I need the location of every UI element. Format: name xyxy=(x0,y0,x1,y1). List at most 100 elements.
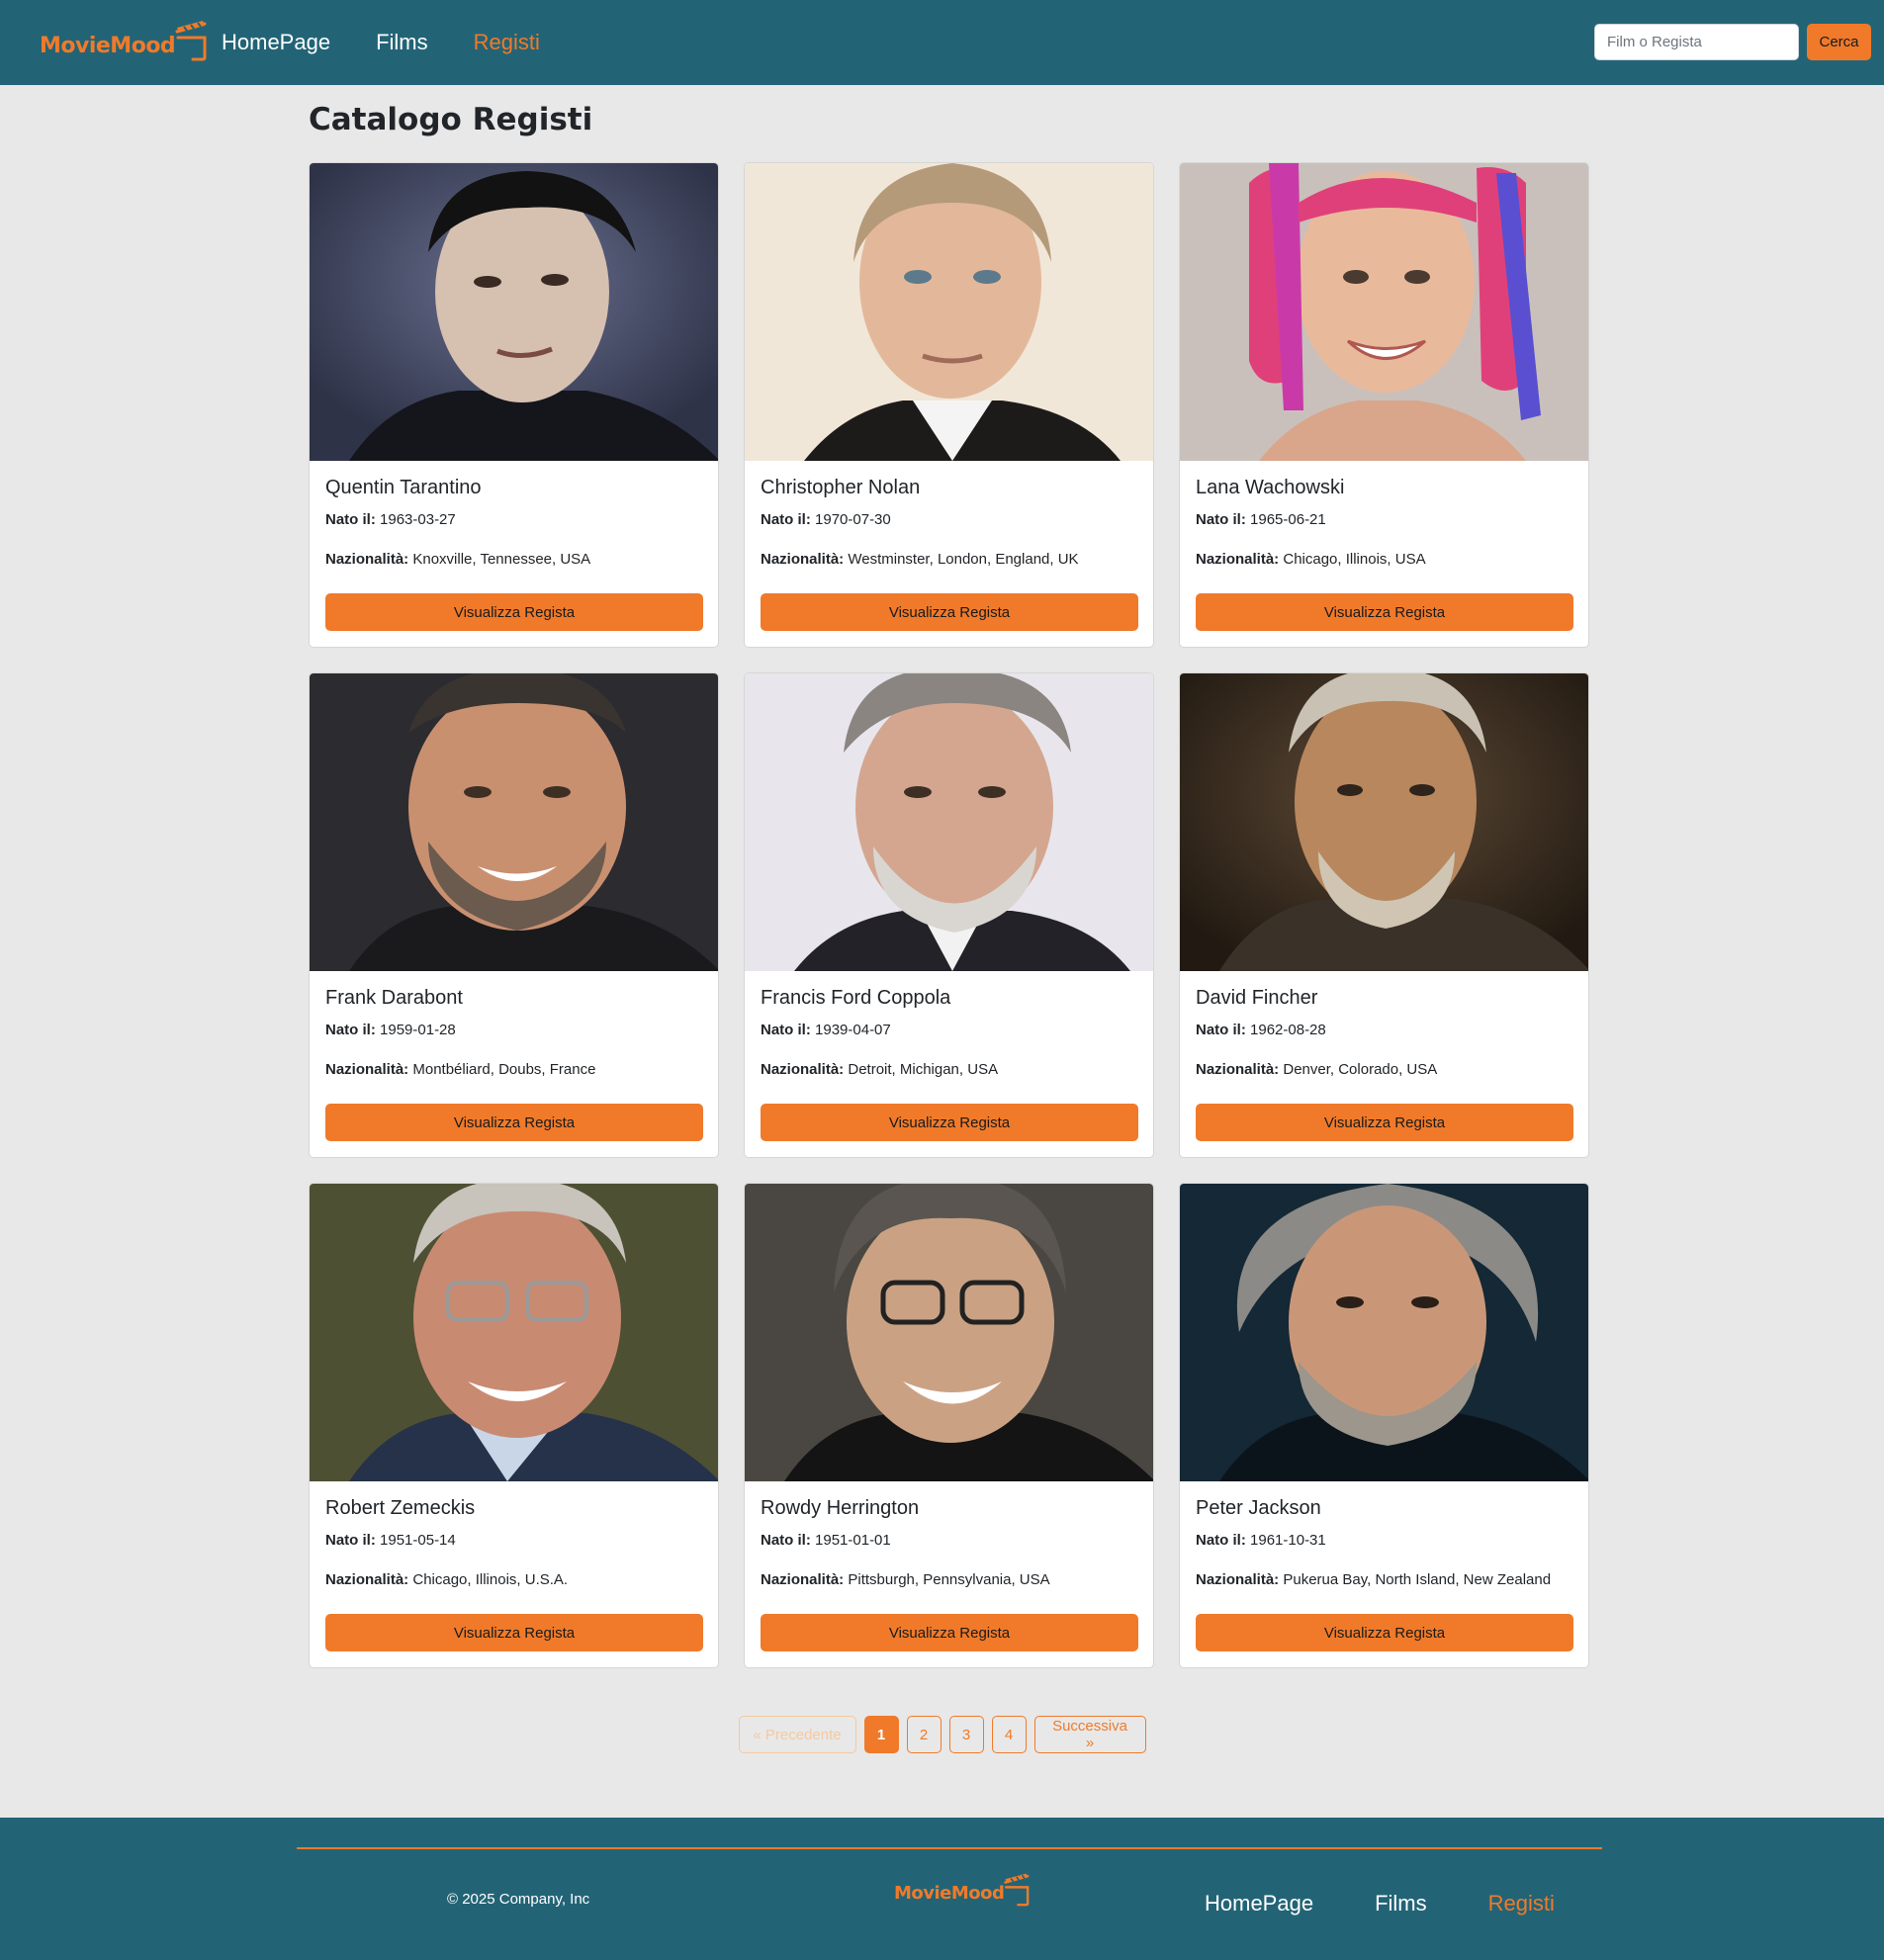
director-name: Francis Ford Coppola xyxy=(761,987,951,1009)
director-card: Francis Ford Coppola Nato il: 1939-04-07… xyxy=(744,672,1154,1158)
director-nationality: Nazionalità: Chicago, Illinois, USA xyxy=(1196,550,1572,569)
footer-link-registi[interactable]: Registi xyxy=(1488,1891,1555,1916)
pagination-page-3[interactable]: 3 xyxy=(948,1716,984,1753)
search-button[interactable]: Cerca xyxy=(1807,24,1871,60)
director-photo xyxy=(745,673,1153,971)
nationality-value: Denver, Colorado, USA xyxy=(1283,1061,1438,1078)
nationality-label: Nazionalità: xyxy=(325,1061,409,1078)
director-name: Rowdy Herrington xyxy=(761,1497,920,1519)
nav-link-registi[interactable]: Registi xyxy=(474,30,540,55)
copyright-text: © 2025 Company, Inc xyxy=(447,1891,590,1908)
director-card: Rowdy Herrington Nato il: 1951-01-01 Naz… xyxy=(744,1183,1154,1668)
nationality-label: Nazionalità: xyxy=(761,1571,845,1588)
director-photo xyxy=(1180,163,1588,461)
nationality-label: Nazionalità: xyxy=(1196,1061,1280,1078)
born-label: Nato il: xyxy=(1196,511,1246,528)
director-card: Peter Jackson Nato il: 1961-10-31 Nazion… xyxy=(1179,1183,1589,1668)
brand-name: MovieMood xyxy=(894,1883,1005,1904)
director-nationality: Nazionalità: Montbéliard, Doubs, France xyxy=(325,1060,702,1079)
view-director-button[interactable]: Visualizza Regista xyxy=(325,593,703,631)
born-label: Nato il: xyxy=(1196,1532,1246,1549)
director-photo xyxy=(310,673,718,971)
nationality-value: Chicago, Illinois, USA xyxy=(1283,551,1426,568)
born-value: 1961-10-31 xyxy=(1250,1532,1326,1549)
pagination-next[interactable]: Successiva » xyxy=(1033,1716,1146,1753)
nationality-value: Chicago, Illinois, U.S.A. xyxy=(412,1571,569,1588)
nationality-value: Knoxville, Tennessee, USA xyxy=(412,551,591,568)
born-label: Nato il: xyxy=(1196,1022,1246,1038)
pagination-page-4[interactable]: 4 xyxy=(991,1716,1027,1753)
search-input[interactable] xyxy=(1594,24,1799,60)
footer-brand-logo[interactable]: MovieMood xyxy=(894,1871,1032,1907)
pagination: « Precedente 1 2 3 4 Successiva » xyxy=(0,1716,1884,1753)
director-birthdate: Nato il: 1951-01-01 xyxy=(761,1531,1137,1550)
director-card: Frank Darabont Nato il: 1959-01-28 Nazio… xyxy=(309,672,719,1158)
director-birthdate: Nato il: 1959-01-28 xyxy=(325,1021,702,1039)
born-value: 1939-04-07 xyxy=(815,1022,891,1038)
brand-logo[interactable]: MovieMood xyxy=(40,18,211,61)
pagination-page-1[interactable]: 1 xyxy=(863,1716,899,1753)
director-photo xyxy=(310,163,718,461)
pagination-page-2[interactable]: 2 xyxy=(906,1716,942,1753)
director-name: Frank Darabont xyxy=(325,987,463,1009)
nationality-label: Nazionalità: xyxy=(325,1571,409,1588)
footer: © 2025 Company, Inc MovieMood HomePage F… xyxy=(0,1818,1884,1960)
nationality-label: Nazionalità: xyxy=(761,1061,845,1078)
director-birthdate: Nato il: 1939-04-07 xyxy=(761,1021,1137,1039)
director-nationality: Nazionalità: Detroit, Michigan, USA xyxy=(761,1060,1137,1079)
view-director-button[interactable]: Visualizza Regista xyxy=(1196,593,1573,631)
view-director-button[interactable]: Visualizza Regista xyxy=(1196,1614,1573,1651)
footer-nav: HomePage Films Registi xyxy=(1205,1891,1616,1916)
born-value: 1959-01-28 xyxy=(380,1022,456,1038)
view-director-button[interactable]: Visualizza Regista xyxy=(761,593,1138,631)
directors-grid: Quentin Tarantino Nato il: 1963-03-27 Na… xyxy=(309,162,1590,1668)
nationality-label: Nazionalità: xyxy=(1196,1571,1280,1588)
nationality-label: Nazionalità: xyxy=(761,551,845,568)
director-photo xyxy=(1180,673,1588,971)
brand-name: MovieMood xyxy=(40,34,176,58)
director-birthdate: Nato il: 1963-03-27 xyxy=(325,510,702,529)
director-card: Robert Zemeckis Nato il: 1951-05-14 Nazi… xyxy=(309,1183,719,1668)
director-card: David Fincher Nato il: 1962-08-28 Nazion… xyxy=(1179,672,1589,1158)
footer-link-homepage[interactable]: HomePage xyxy=(1205,1891,1313,1916)
born-value: 1965-06-21 xyxy=(1250,511,1326,528)
director-nationality: Nazionalità: Westminster, London, Englan… xyxy=(761,550,1137,569)
nav-link-homepage[interactable]: HomePage xyxy=(222,30,330,55)
nationality-value: Pittsburgh, Pennsylvania, USA xyxy=(848,1571,1050,1588)
view-director-button[interactable]: Visualizza Regista xyxy=(761,1614,1138,1651)
director-name: Robert Zemeckis xyxy=(325,1497,476,1519)
born-value: 1962-08-28 xyxy=(1250,1022,1326,1038)
director-photo xyxy=(310,1184,718,1481)
director-nationality: Nazionalità: Pittsburgh, Pennsylvania, U… xyxy=(761,1570,1137,1589)
footer-link-films[interactable]: Films xyxy=(1375,1891,1427,1916)
navbar: MovieMood HomePage Films Registi Cerca xyxy=(0,0,1884,85)
director-name: Lana Wachowski xyxy=(1196,477,1345,498)
view-director-button[interactable]: Visualizza Regista xyxy=(1196,1104,1573,1141)
director-name: Quentin Tarantino xyxy=(325,477,482,498)
director-card: Christopher Nolan Nato il: 1970-07-30 Na… xyxy=(744,162,1154,648)
footer-divider xyxy=(297,1847,1602,1849)
nationality-value: Montbéliard, Doubs, France xyxy=(412,1061,596,1078)
main-nav: HomePage Films Registi xyxy=(222,0,585,85)
born-value: 1951-05-14 xyxy=(380,1532,456,1549)
view-director-button[interactable]: Visualizza Regista xyxy=(325,1104,703,1141)
nationality-value: Detroit, Michigan, USA xyxy=(848,1061,999,1078)
pagination-prev[interactable]: « Precedente xyxy=(738,1716,856,1753)
director-birthdate: Nato il: 1970-07-30 xyxy=(761,510,1137,529)
director-name: Christopher Nolan xyxy=(761,477,921,498)
view-director-button[interactable]: Visualizza Regista xyxy=(761,1104,1138,1141)
director-birthdate: Nato il: 1951-05-14 xyxy=(325,1531,702,1550)
director-birthdate: Nato il: 1961-10-31 xyxy=(1196,1531,1572,1550)
born-label: Nato il: xyxy=(761,511,811,528)
clapperboard-icon xyxy=(175,21,207,61)
nationality-label: Nazionalità: xyxy=(1196,551,1280,568)
director-photo xyxy=(745,163,1153,461)
page-title: Catalogo Registi xyxy=(309,102,593,137)
director-name: David Fincher xyxy=(1196,987,1318,1009)
born-value: 1951-01-01 xyxy=(815,1532,891,1549)
view-director-button[interactable]: Visualizza Regista xyxy=(325,1614,703,1651)
director-photo xyxy=(1180,1184,1588,1481)
nav-link-films[interactable]: Films xyxy=(376,30,428,55)
clapperboard-icon xyxy=(1004,1873,1030,1907)
born-value: 1970-07-30 xyxy=(815,511,891,528)
